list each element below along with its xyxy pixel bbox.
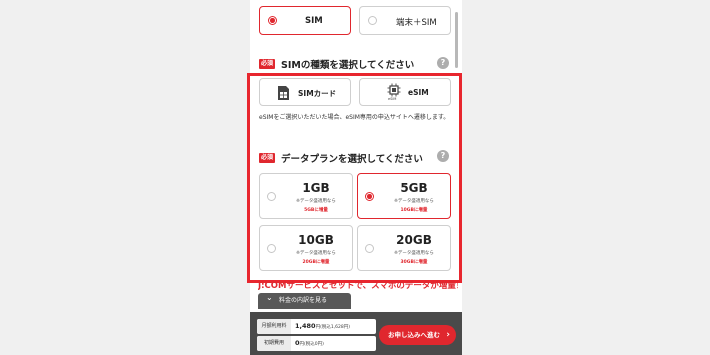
- initial-fee-label: 初期費用: [257, 336, 291, 351]
- promo-text: J:COMサービスとセットで、スマホのデータが増量！: [258, 281, 458, 291]
- fee-breakdown-button[interactable]: ⌄ 料金の内訳を見る: [258, 293, 351, 309]
- initial-fee-value: 0円(税込0円): [295, 336, 324, 351]
- initial-fee-row: 初期費用 0円(税込0円): [257, 336, 376, 351]
- contract-option-label: SIM: [305, 16, 323, 26]
- chevron-right-icon: ›: [446, 330, 450, 340]
- monthly-fee-amount: 1,480: [295, 322, 316, 330]
- chevron-down-icon: ⌄: [266, 293, 273, 302]
- radio-icon: [368, 16, 377, 25]
- radio-icon: [268, 16, 277, 25]
- monthly-fee-label: 月額利用料: [257, 319, 291, 334]
- initial-fee-tax: (税込0円): [304, 342, 324, 347]
- contract-option-device-sim[interactable]: 端末＋SIM: [359, 6, 451, 35]
- help-icon[interactable]: ?: [437, 57, 449, 69]
- monthly-fee-row: 月額利用料 1,480円(税込1,628円): [257, 319, 376, 334]
- monthly-fee-tax: (税込1,628円): [320, 325, 350, 330]
- contract-option-label: 端末＋SIM: [396, 18, 437, 28]
- required-badge: 必須: [259, 59, 276, 69]
- highlight-frame: [247, 73, 462, 283]
- apply-button-label: お申し込みへ進む: [388, 331, 440, 339]
- fee-breakdown-label: 料金の内訳を見る: [279, 297, 328, 304]
- contract-option-sim[interactable]: SIM: [259, 6, 351, 35]
- section-title-sim-type: SIMの種類を選択してください: [281, 60, 415, 71]
- apply-button[interactable]: お申し込みへ進む ›: [379, 325, 456, 345]
- monthly-fee-value: 1,480円(税込1,628円): [295, 319, 350, 334]
- scrollbar[interactable]: [455, 12, 458, 68]
